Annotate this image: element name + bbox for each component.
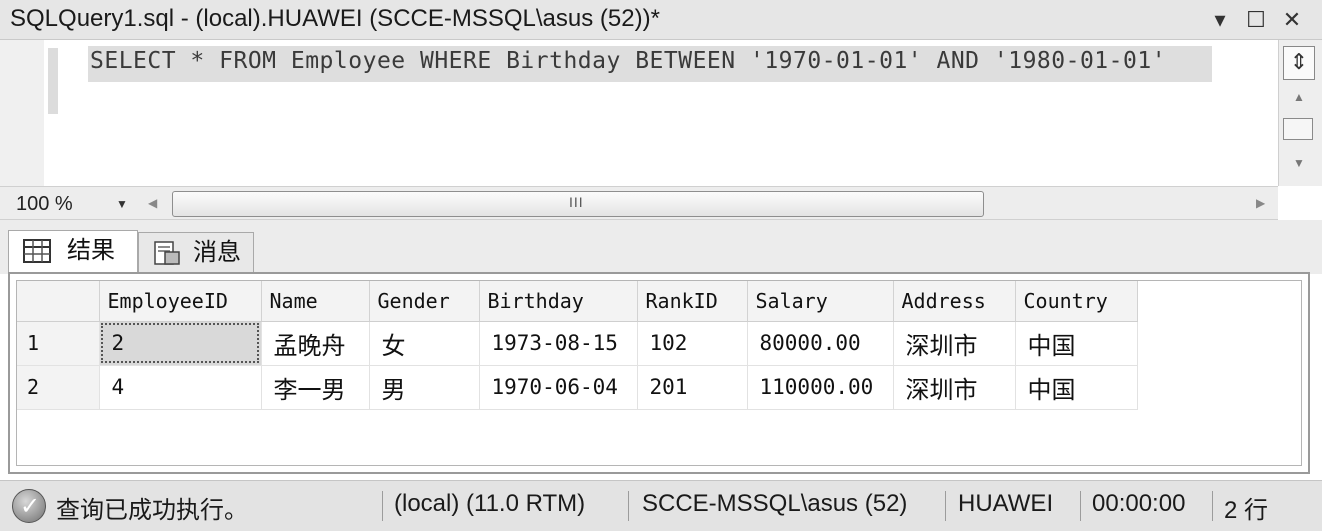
status-divider xyxy=(1212,491,1213,521)
status-message: 查询已成功执行。 xyxy=(56,497,248,524)
row-number-header[interactable] xyxy=(17,281,100,322)
tab-messages-label: 消息 xyxy=(193,239,241,266)
table-cell[interactable]: 1970-06-04 xyxy=(479,365,638,410)
editor-gutter xyxy=(0,40,58,186)
scroll-down-icon[interactable]: ▼ xyxy=(1289,156,1309,172)
vertical-scroll-thumb[interactable] xyxy=(1283,118,1313,140)
results-panel: EmployeeID Name Gender Birthday RankID S… xyxy=(8,272,1310,474)
table-cell[interactable]: 深圳市 xyxy=(893,321,1016,366)
table-cell[interactable]: 102 xyxy=(637,321,748,366)
table-cell[interactable]: 80000.00 xyxy=(747,321,894,366)
sql-query-text[interactable]: SELECT * FROM Employee WHERE Birthday BE… xyxy=(90,48,1166,74)
close-icon[interactable]: ✕ xyxy=(1278,6,1306,34)
status-elapsed: 00:00:00 xyxy=(1092,490,1186,517)
scroll-up-icon[interactable]: ▲ xyxy=(1289,90,1309,106)
table-cell[interactable]: 李一男 xyxy=(261,365,370,410)
table-row: 2 4 李一男 男 1970-06-04 201 110000.00 深圳市 中… xyxy=(17,365,1138,410)
tab-results[interactable]: 结果 xyxy=(8,230,138,274)
editor-horizontal-bar: 100 % ▼ ◀ III ▶ xyxy=(0,186,1278,220)
window-title: SQLQuery1.sql - (local).HUAWEI (SCCE-MSS… xyxy=(10,5,660,32)
scroll-left-icon[interactable]: ◀ xyxy=(148,196,157,210)
grid-icon xyxy=(23,239,51,263)
table-cell[interactable]: 110000.00 xyxy=(747,365,894,410)
header-row: EmployeeID Name Gender Birthday RankID S… xyxy=(17,281,1138,322)
tab-results-label: 结果 xyxy=(67,237,115,264)
column-header[interactable]: Gender xyxy=(369,281,480,322)
table-row: 1 2 孟晚舟 女 1973-08-15 102 80000.00 深圳市 中国 xyxy=(17,321,1138,366)
column-header[interactable]: Birthday xyxy=(479,281,638,322)
status-divider xyxy=(382,491,383,521)
column-header[interactable]: Salary xyxy=(747,281,894,322)
scroll-grip: III xyxy=(569,194,584,210)
check-circle-icon: ✓ xyxy=(12,489,46,523)
column-header[interactable]: Name xyxy=(261,281,370,322)
status-bar: ✓ 查询已成功执行。 (local) (11.0 RTM) SCCE-MSSQL… xyxy=(0,480,1322,531)
horizontal-scroll-thumb[interactable]: III xyxy=(172,191,984,217)
editor-vertical-scrollbar[interactable]: ⇕ ▲ ▼ xyxy=(1278,40,1322,186)
status-server: (local) (11.0 RTM) xyxy=(394,490,586,517)
tab-messages[interactable]: 消息 xyxy=(138,232,254,274)
table-cell[interactable]: 女 xyxy=(369,321,480,366)
table-cell[interactable]: 201 xyxy=(637,365,748,410)
table-cell[interactable]: 深圳市 xyxy=(893,365,1016,410)
table-cell[interactable]: 男 xyxy=(369,365,480,410)
column-header[interactable]: Address xyxy=(893,281,1016,322)
window-menu-dropdown-icon[interactable]: ▾ xyxy=(1206,6,1234,34)
results-tab-strip: 结果 消息 xyxy=(0,220,1322,274)
check-glyph: ✓ xyxy=(20,493,41,520)
maximize-icon[interactable]: ☐ xyxy=(1242,6,1270,34)
row-number[interactable]: 2 xyxy=(17,365,100,410)
column-header[interactable]: EmployeeID xyxy=(99,281,262,322)
query-editor[interactable]: SELECT * FROM Employee WHERE Birthday BE… xyxy=(0,40,1322,186)
table-cell[interactable]: 中国 xyxy=(1015,321,1138,366)
status-divider xyxy=(628,491,629,521)
status-divider xyxy=(945,491,946,521)
results-table: EmployeeID Name Gender Birthday RankID S… xyxy=(17,281,1138,410)
table-cell[interactable]: 4 xyxy=(99,365,262,410)
message-icon xyxy=(154,241,180,265)
chevron-down-icon: ▼ xyxy=(116,197,128,211)
status-divider xyxy=(1080,491,1081,521)
results-grid[interactable]: EmployeeID Name Gender Birthday RankID S… xyxy=(16,280,1302,466)
scroll-right-icon[interactable]: ▶ xyxy=(1256,196,1265,210)
status-rows: 2 行 xyxy=(1224,497,1269,524)
change-marker xyxy=(48,48,58,114)
title-bar: SQLQuery1.sql - (local).HUAWEI (SCCE-MSS… xyxy=(0,0,1322,40)
column-header[interactable]: RankID xyxy=(637,281,748,322)
column-header[interactable]: Country xyxy=(1015,281,1138,322)
table-cell[interactable]: 中国 xyxy=(1015,365,1138,410)
table-cell[interactable]: 2 xyxy=(99,321,262,366)
zoom-value: 100 % xyxy=(16,193,73,215)
zoom-dropdown[interactable]: 100 % ▼ xyxy=(6,191,134,217)
table-cell[interactable]: 1973-08-15 xyxy=(479,321,638,366)
status-login: SCCE-MSSQL\asus (52) xyxy=(642,490,908,517)
row-number[interactable]: 1 xyxy=(17,321,100,366)
table-cell[interactable]: 孟晚舟 xyxy=(261,321,370,366)
status-database: HUAWEI xyxy=(958,490,1054,517)
splitter-icon[interactable]: ⇕ xyxy=(1283,46,1315,80)
